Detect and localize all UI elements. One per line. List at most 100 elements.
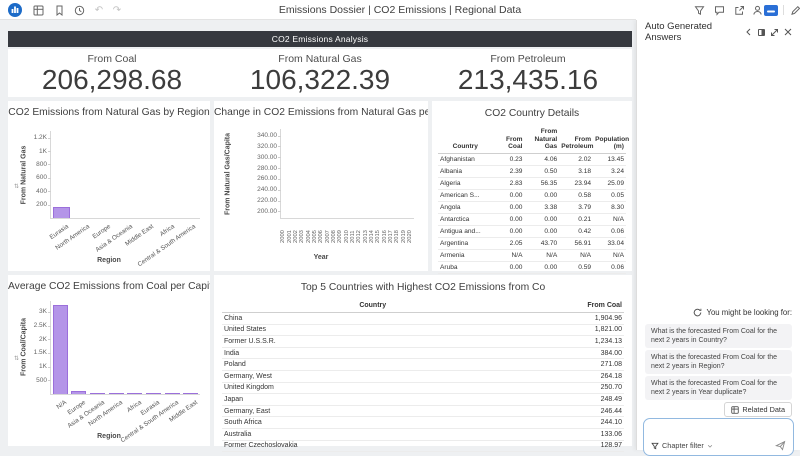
column-header[interactable]: Country bbox=[222, 301, 524, 313]
country-cell: Germany, East bbox=[222, 405, 524, 417]
x-tick-label: 2012 bbox=[356, 221, 362, 243]
table-row[interactable]: Japan248.49 bbox=[222, 394, 624, 406]
bar[interactable] bbox=[183, 393, 198, 395]
value-cell: 56.35 bbox=[524, 177, 559, 189]
table-row[interactable]: India384.00 bbox=[222, 347, 624, 359]
plot-area: 200.00220.00240.00260.00280.00300.00320.… bbox=[280, 129, 414, 219]
kpi-value: 213,435.16 bbox=[458, 66, 598, 94]
x-tick-label: 2014 bbox=[369, 221, 375, 243]
table-row[interactable]: United Kingdom250.70 bbox=[222, 382, 624, 394]
line-chart-natural-gas-per-capita[interactable]: Change in CO2 Emissions from Natural Gas… bbox=[214, 101, 428, 271]
toolbar-divider bbox=[783, 5, 784, 15]
column-header[interactable]: From Coal bbox=[493, 127, 525, 153]
bar[interactable] bbox=[53, 305, 68, 394]
table-row[interactable]: Afghanistan0.234.062.0213.45 bbox=[438, 153, 626, 165]
suggestion-chip[interactable]: What is the forecasted From Coal for the… bbox=[645, 350, 792, 374]
table-row[interactable]: United States1,821.00 bbox=[222, 324, 624, 336]
table-top5-coal-countries[interactable]: Top 5 Countries with Highest CO2 Emissio… bbox=[214, 275, 632, 446]
table-title: Top 5 Countries with Highest CO2 Emissio… bbox=[214, 275, 632, 293]
suggestion-chip[interactable]: What is the forecasted From Coal for the… bbox=[645, 376, 792, 400]
table-row[interactable]: Antigua and...0.000.000.420.06 bbox=[438, 225, 626, 237]
kpi-label: From Coal bbox=[87, 53, 136, 65]
table-row[interactable]: Angola0.003.383.798.30 bbox=[438, 201, 626, 213]
table-row[interactable]: ArmeniaN/AN/AN/AN/A bbox=[438, 249, 626, 261]
kpi-from-natural-gas[interactable]: From Natural Gas 106,322.39 bbox=[216, 49, 424, 97]
table-row[interactable]: Poland271.08 bbox=[222, 359, 624, 371]
bar-chart-coal-per-capita-by-region[interactable]: Average CO2 Emissions from Coal per Capi… bbox=[8, 275, 210, 446]
refresh-icon[interactable] bbox=[693, 308, 702, 317]
panel-title: Auto Generated Answers bbox=[645, 21, 742, 43]
value-cell: 2.05 bbox=[493, 237, 525, 249]
related-data-button[interactable]: Related Data bbox=[724, 402, 792, 417]
table-row[interactable]: China1,904.96 bbox=[222, 313, 624, 325]
column-header[interactable]: Population (m) bbox=[593, 127, 626, 153]
value-cell: 133.06 bbox=[524, 428, 625, 440]
bar[interactable] bbox=[127, 393, 142, 395]
table-row[interactable]: Antarctica0.000.000.21N/A bbox=[438, 213, 626, 225]
chapter-filter-dropdown[interactable]: Chapter filter bbox=[651, 441, 775, 450]
y-tick-mark bbox=[48, 151, 51, 152]
x-tick-label: 2004 bbox=[306, 221, 312, 243]
value-cell: N/A bbox=[593, 249, 626, 261]
value-cell: 0.42 bbox=[559, 225, 593, 237]
send-icon[interactable] bbox=[775, 440, 786, 451]
table-row[interactable]: American S...0.000.000.580.05 bbox=[438, 189, 626, 201]
column-header[interactable]: From Petroleum bbox=[559, 127, 593, 153]
value-cell: 0.00 bbox=[493, 189, 525, 201]
table-row[interactable]: Aruba0.000.000.590.06 bbox=[438, 261, 626, 273]
close-icon[interactable] bbox=[781, 26, 794, 39]
country-cell: Poland bbox=[222, 359, 524, 371]
bar[interactable] bbox=[71, 391, 86, 394]
y-tick-label: 400 bbox=[15, 188, 47, 195]
country-cell: Angola bbox=[438, 201, 493, 213]
country-cell: Japan bbox=[222, 394, 524, 406]
assistant-panel-icon[interactable] bbox=[764, 3, 778, 17]
table-row[interactable]: Germany, East246.44 bbox=[222, 405, 624, 417]
table-row[interactable]: Argentina2.0543.7056.9133.04 bbox=[438, 237, 626, 249]
bar-chart-natural-gas-by-region[interactable]: CO2 Emissions from Natural Gas by Region… bbox=[8, 101, 210, 271]
y-tick-mark bbox=[278, 190, 281, 191]
value-cell: 1,821.00 bbox=[524, 324, 625, 336]
comments-icon[interactable] bbox=[712, 3, 726, 17]
column-header[interactable]: From Natural Gas bbox=[524, 127, 559, 153]
kpi-from-petroleum[interactable]: From Petroleum 213,435.16 bbox=[424, 49, 632, 97]
chapter-filter-label: Chapter filter bbox=[662, 441, 704, 450]
table-row[interactable]: Germany, West264.18 bbox=[222, 371, 624, 383]
column-header[interactable]: From Coal bbox=[524, 301, 625, 313]
share-icon[interactable] bbox=[732, 3, 746, 17]
expand-icon[interactable] bbox=[768, 26, 781, 39]
kpi-from-coal[interactable]: From Coal 206,298.68 bbox=[8, 49, 216, 97]
table-country-details[interactable]: CO2 Country Details CountryFrom CoalFrom… bbox=[432, 101, 632, 271]
table-row[interactable]: South Africa244.10 bbox=[222, 417, 624, 429]
table-row[interactable]: Australia133.06 bbox=[222, 428, 624, 440]
edit-pencil-icon[interactable] bbox=[788, 3, 800, 17]
user-icon[interactable] bbox=[750, 3, 764, 17]
y-tick-mark bbox=[278, 146, 281, 147]
column-header[interactable]: Country bbox=[438, 127, 493, 153]
kpi-label: From Natural Gas bbox=[278, 53, 361, 65]
value-cell: 3.79 bbox=[559, 201, 593, 213]
y-tick-mark bbox=[48, 178, 51, 179]
x-tick-label: 2005 bbox=[312, 221, 318, 243]
y-tick-mark bbox=[48, 353, 51, 354]
question-input-box[interactable]: Chapter filter bbox=[643, 418, 794, 456]
bar[interactable] bbox=[165, 393, 180, 395]
suggestion-chip[interactable]: What is the forecasted From Coal for the… bbox=[645, 324, 792, 348]
y-tick-mark bbox=[48, 164, 51, 165]
country-cell: Albania bbox=[438, 165, 493, 177]
bar[interactable] bbox=[90, 393, 105, 395]
table-row[interactable]: Algeria2.8356.3523.9425.09 bbox=[438, 177, 626, 189]
bar[interactable] bbox=[146, 393, 161, 395]
filter-icon[interactable] bbox=[692, 3, 706, 17]
country-cell: Aruba bbox=[438, 261, 493, 273]
table-row[interactable]: Albania2.390.503.183.24 bbox=[438, 165, 626, 177]
value-cell: 0.59 bbox=[559, 261, 593, 273]
country-cell: China bbox=[222, 313, 524, 325]
y-tick-mark bbox=[278, 179, 281, 180]
bar[interactable] bbox=[53, 207, 70, 218]
bar[interactable] bbox=[109, 393, 124, 395]
y-tick-mark bbox=[278, 168, 281, 169]
dock-panel-icon[interactable] bbox=[755, 26, 768, 39]
table-row[interactable]: Former U.S.S.R.1,234.13 bbox=[222, 336, 624, 348]
collapse-left-icon[interactable] bbox=[742, 26, 755, 39]
